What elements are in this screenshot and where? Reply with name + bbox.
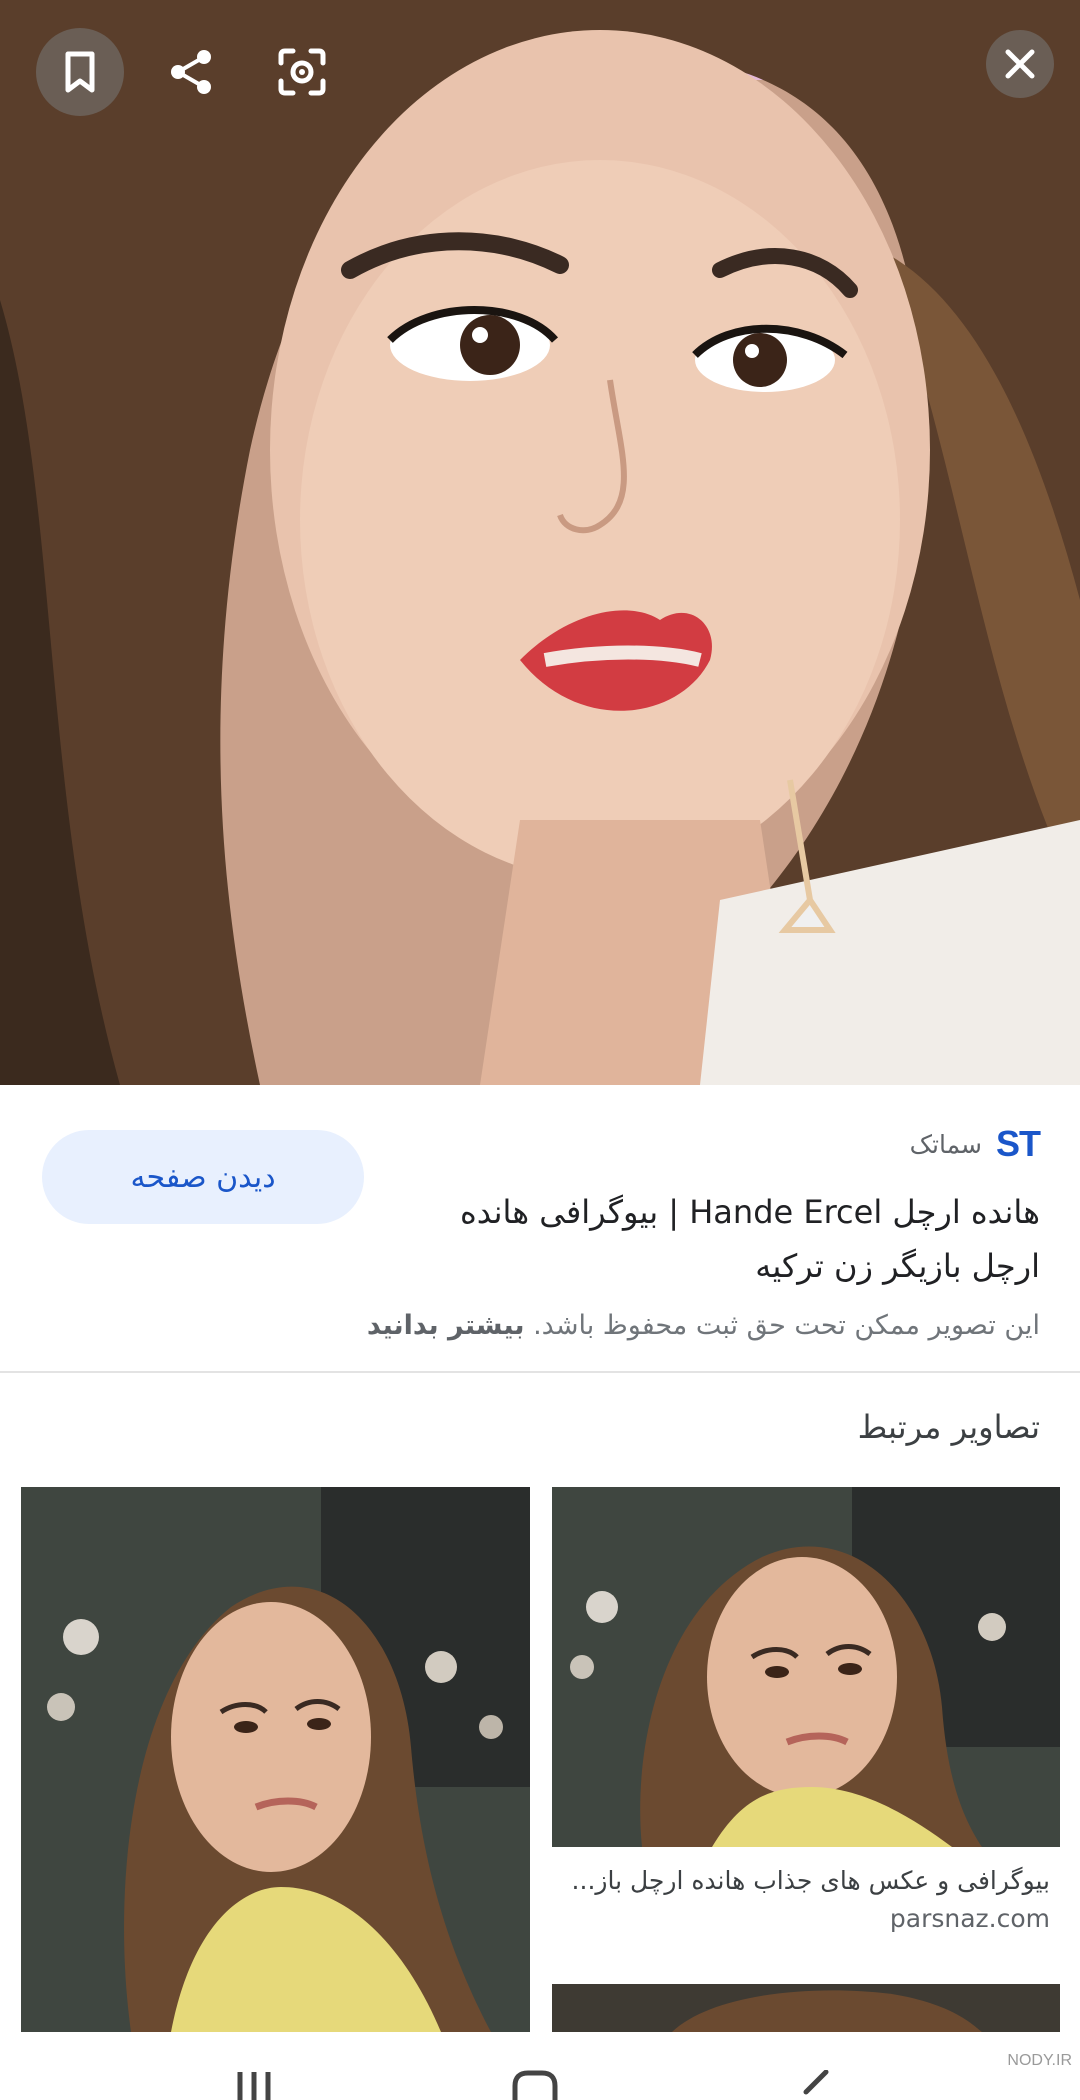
share-button[interactable]: [148, 28, 236, 116]
recent-apps-icon[interactable]: [232, 2070, 276, 2100]
learn-more-link[interactable]: بیشتر بدانید: [367, 1310, 525, 1341]
site-favicon: ST: [995, 1123, 1041, 1164]
related-image-left[interactable]: [21, 1487, 530, 2032]
thumbnail-illustration: [552, 1487, 1060, 1847]
related-image-domain: parsnaz.com: [889, 1904, 1050, 1933]
bookmark-button[interactable]: [36, 28, 124, 116]
related-image-partial[interactable]: [552, 1984, 1060, 2032]
bookmark-icon: [65, 51, 95, 93]
image-viewer-page: ST سماتک هانده ارچل Hande Ercel | بیوگرا…: [0, 0, 1080, 2100]
thumbnail-illustration: [552, 1984, 1060, 2032]
result-title[interactable]: هانده ارچل Hande Ercel | بیوگرافی هانده …: [400, 1185, 1040, 1293]
portrait-illustration: [0, 0, 1080, 1085]
related-image-caption[interactable]: بیوگرافی و عکس های جذاب هانده ارچل باز..…: [560, 1862, 1050, 1900]
share-icon: [171, 50, 211, 94]
back-icon[interactable]: [800, 2070, 830, 2100]
close-button[interactable]: [986, 30, 1054, 98]
home-icon[interactable]: [512, 2070, 558, 2100]
result-info-panel: ST سماتک هانده ارچل Hande Ercel | بیوگرا…: [0, 1085, 1080, 1373]
source-row[interactable]: ST سماتک: [909, 1123, 1041, 1165]
close-icon: [1005, 49, 1035, 79]
source-name: سماتک: [909, 1129, 982, 1159]
watermark: NODY.IR: [1007, 2052, 1072, 2069]
related-images-heading: تصاویر مرتبط: [857, 1408, 1040, 1446]
copyright-text: این تصویر ممکن تحت حق ثبت محفوظ باشد.: [533, 1310, 1040, 1341]
hero-image[interactable]: [0, 0, 1080, 1085]
lens-icon: [278, 48, 326, 96]
thumbnail-illustration: [21, 1487, 530, 2032]
copyright-notice: این تصویر ممکن تحت حق ثبت محفوظ باشد. بی…: [30, 1310, 1040, 1341]
lens-search-button[interactable]: [258, 28, 346, 116]
visit-page-button[interactable]: دیدن صفحه: [42, 1130, 364, 1224]
system-navigation-bar: [0, 2032, 1080, 2100]
related-image-right[interactable]: [552, 1487, 1060, 1847]
